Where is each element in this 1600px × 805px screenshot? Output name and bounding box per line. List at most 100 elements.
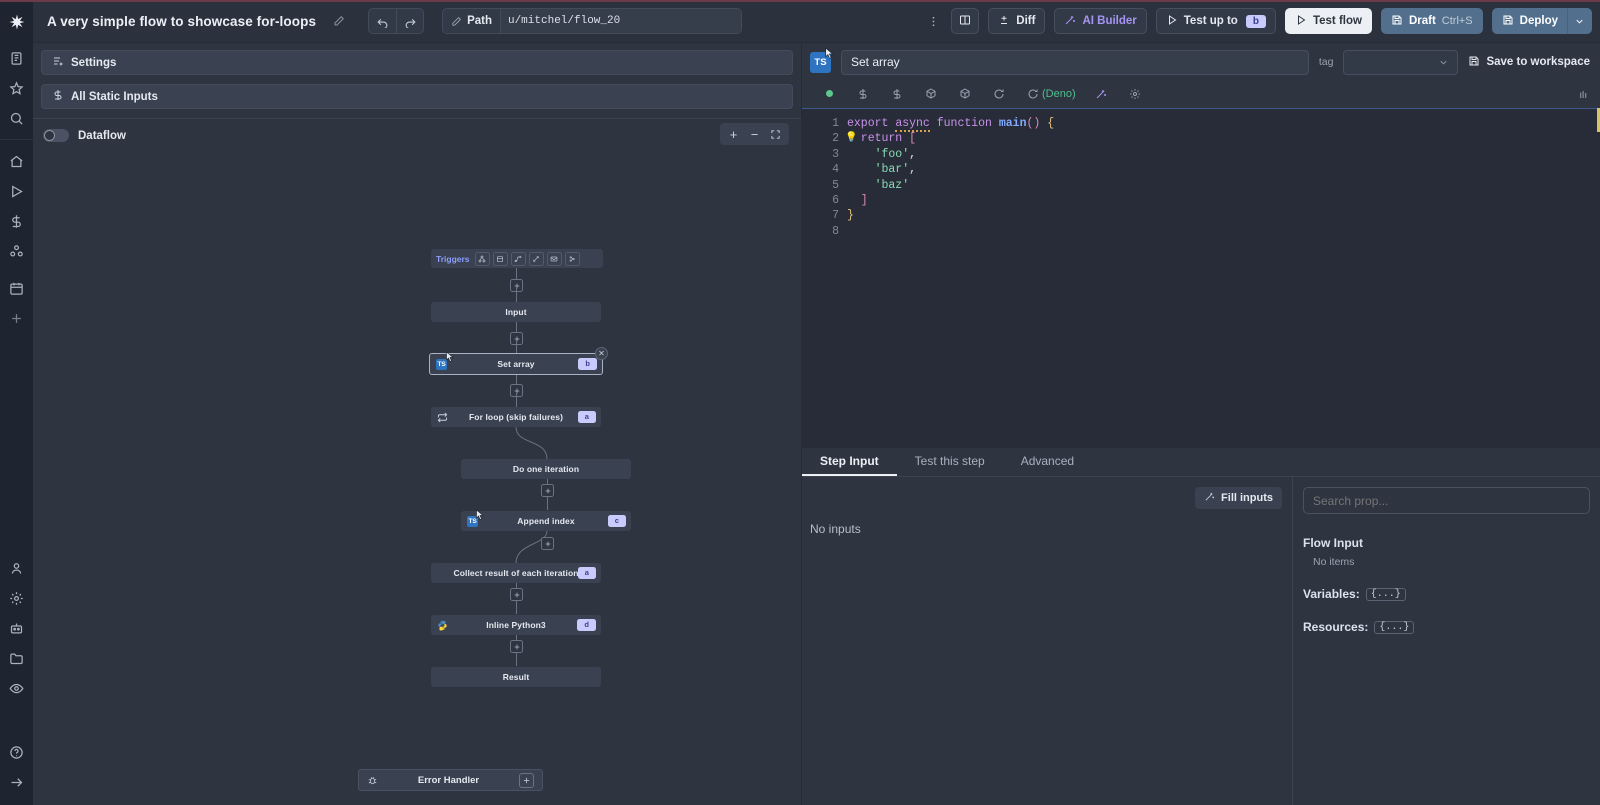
flow-node-result[interactable]: Result [431,667,601,687]
flow-node-collect-result[interactable]: Collect result of each iteration a [431,563,601,583]
code-line[interactable]: 💡 return [ [845,131,1600,146]
flow-node-for-loop[interactable]: For loop (skip failures) a [431,407,601,427]
websocket-icon[interactable] [528,251,544,266]
code-token: function [936,117,999,130]
dollar-icon[interactable] [880,82,914,106]
home-icon[interactable] [0,146,33,176]
reload-icon[interactable] [982,82,1016,106]
tab-step-input[interactable]: Step Input [802,448,897,476]
calendar-icon[interactable] [0,273,33,303]
code-content[interactable]: export async function main() {💡 return [… [845,108,1600,448]
all-static-inputs-row[interactable]: All Static Inputs [41,84,793,109]
variables-value[interactable]: {...} [1365,587,1406,601]
dollar-icon[interactable] [0,206,33,236]
robot-icon[interactable] [0,613,33,643]
triggers-bar[interactable]: Triggers [431,249,603,268]
add-step-button[interactable] [541,537,554,550]
eye-icon[interactable] [0,673,33,703]
help-icon[interactable] [0,737,33,767]
undo-icon[interactable] [369,9,396,33]
flow-path-field[interactable]: Path u/mitchel/flow_20 [442,8,743,34]
python-icon [437,620,448,631]
dollar-icon[interactable] [846,82,880,106]
test-up-to-label: Test up to [1183,15,1238,27]
dataflow-bar: Dataflow + − [33,118,801,152]
flow-canvas[interactable]: Triggers Input TS Set array b ✕ For loop… [33,152,801,805]
resources-row[interactable]: Resources: {...} [1303,620,1590,634]
plus-icon[interactable] [0,303,33,333]
settings-row[interactable]: Settings [41,50,793,75]
save-to-workspace-button[interactable]: Save to workspace [1468,55,1590,70]
node-label: Collect result of each iteration [453,568,579,578]
code-token: 'foo' [847,147,910,161]
test-up-to-button[interactable]: Test up to b [1155,8,1276,34]
code-line[interactable]: 'foo', [847,147,1600,162]
email-icon[interactable] [546,251,562,266]
fit-screen-icon[interactable] [766,124,785,144]
sparkle-wand-icon[interactable] [1084,82,1118,106]
user-icon[interactable] [0,553,33,583]
path-value[interactable]: u/mitchel/flow_20 [499,9,742,33]
draft-button[interactable]: Draft Ctrl+S [1380,8,1483,34]
deploy-button[interactable]: Deploy [1491,8,1568,34]
zoom-in-button[interactable]: + [724,124,743,144]
resources-icon[interactable] [0,236,33,266]
test-flow-button[interactable]: Test flow [1284,8,1372,34]
dollar-icon [52,89,64,104]
code-editor[interactable]: 12345678 export async function main() {💡… [802,108,1600,448]
gear-icon[interactable] [0,583,33,613]
resize-handle-icon[interactable] [1578,88,1590,100]
play-icon[interactable] [0,176,33,206]
tab-advanced[interactable]: Advanced [1003,448,1092,476]
kebab-menu-icon[interactable] [924,9,942,33]
redo-icon[interactable] [396,9,423,33]
code-token: () [1026,117,1041,130]
zoom-out-button[interactable]: − [745,124,764,144]
fill-inputs-button[interactable]: Fill inputs [1195,487,1282,509]
code-line[interactable]: ] [847,193,1600,208]
code-line[interactable]: 'baz' [847,178,1600,193]
plus-icon[interactable] [519,772,534,788]
flow-settings-stack: Settings All Static Inputs [33,43,801,118]
variables-row[interactable]: Variables: {...} [1303,587,1590,601]
kafka-icon[interactable] [564,251,580,266]
code-line[interactable]: export async function main() { [847,116,1600,132]
package-icon[interactable] [948,82,982,106]
dataflow-label: Dataflow [78,129,126,142]
close-icon[interactable]: ✕ [595,347,608,360]
code-line[interactable]: 'bar', [847,162,1600,177]
step-name-input[interactable] [841,49,1309,75]
chevron-down-icon[interactable] [1568,8,1592,34]
lightbulb-icon[interactable]: 💡 [845,131,857,146]
gear-icon[interactable] [1118,82,1152,106]
dataflow-toggle[interactable] [43,129,69,142]
flow-node-set-array[interactable]: TS Set array b [429,353,603,375]
diff-button[interactable]: Diff [988,8,1046,34]
loop-icon [437,412,448,423]
windmill-logo-icon[interactable] [0,0,33,43]
code-line[interactable]: } [847,208,1600,223]
schedule-icon[interactable] [492,251,508,266]
flow-node-append-index[interactable]: TS Append index c [461,511,631,531]
flow-node-inline-python3[interactable]: Inline Python3 d [431,615,601,635]
flow-node-do-one-iteration[interactable]: Do one iteration [461,459,631,479]
folder-icon[interactable] [0,643,33,673]
code-line[interactable] [847,224,1600,239]
search-prop-input[interactable] [1303,487,1590,514]
collapse-icon[interactable] [0,767,33,797]
ai-builder-button[interactable]: AI Builder [1054,8,1147,34]
flow-node-input[interactable]: Input [431,302,601,322]
package-icon[interactable] [914,82,948,106]
tab-test-this-step[interactable]: Test this step [897,448,1003,476]
search-icon[interactable] [0,103,33,133]
error-handler-bar[interactable]: Error Handler [358,769,543,791]
edit-title-pencil-icon[interactable] [328,10,350,32]
tag-select[interactable] [1343,49,1459,75]
star-icon[interactable] [0,73,33,103]
route-icon[interactable] [510,251,526,266]
resources-value[interactable]: {...} [1374,620,1415,634]
history-button[interactable] [951,8,980,34]
book-icon[interactable] [0,43,33,73]
webhook-icon[interactable] [474,251,490,266]
line-number: 4 [832,163,839,177]
